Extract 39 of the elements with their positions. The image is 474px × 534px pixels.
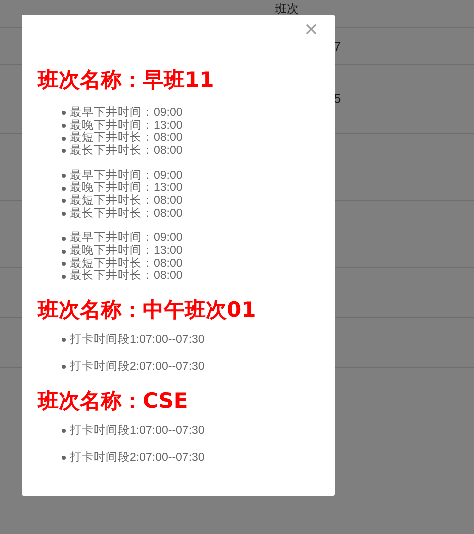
list-item: 打卡时间段2:07:00--07:30 bbox=[70, 452, 205, 465]
list-item: 最晚下井时间：13:00 bbox=[70, 245, 183, 258]
bullet-icon bbox=[62, 124, 66, 128]
bullet-icon bbox=[62, 199, 66, 204]
bullet-icon bbox=[62, 456, 66, 460]
section-title: 班次名称：早班11 bbox=[38, 67, 216, 94]
bullet-icon bbox=[62, 111, 66, 116]
list-item: 最长下井时长：08:00 bbox=[70, 208, 183, 221]
bullet-icon bbox=[62, 262, 66, 266]
section-title: 班次名称：中午班次01 bbox=[38, 297, 258, 324]
bullet-icon bbox=[62, 174, 66, 178]
bullet-icon bbox=[62, 365, 66, 370]
bullet-icon bbox=[62, 136, 66, 141]
bullet-icon bbox=[62, 149, 66, 154]
list-item: 最晚下井时间：13:00 bbox=[70, 120, 183, 132]
section-title: 班次名称：CSE bbox=[38, 388, 190, 416]
list-item: 最短下井时长：08:00 bbox=[70, 132, 183, 144]
bullet-icon bbox=[62, 429, 66, 434]
bullet-icon bbox=[62, 212, 66, 216]
list-item: 最早下井时间：09:00 bbox=[70, 106, 183, 120]
list-item: 最晚下井时间：13:00 bbox=[70, 182, 183, 194]
table-cell: 5 bbox=[334, 91, 342, 106]
list-item: 打卡时间段2:07:00--07:30 bbox=[70, 360, 205, 374]
list-item: 最短下井时长：08:00 bbox=[70, 258, 183, 270]
list-item: 最早下井时间：09:00 bbox=[70, 232, 183, 244]
column-header: 班次 bbox=[275, 2, 299, 16]
list-item: 打卡时间段1:07:00--07:30 bbox=[70, 334, 205, 347]
list-item: 最早下井时间：09:00 bbox=[70, 170, 183, 182]
list-item: 打卡时间段1:07:00--07:30 bbox=[70, 424, 205, 438]
bullet-icon bbox=[62, 250, 66, 254]
table-cell: 7 bbox=[334, 38, 342, 54]
close-button[interactable]: × bbox=[302, 21, 321, 39]
list-item: 最长下井时长：08:00 bbox=[70, 270, 183, 284]
list-item: 最短下井时长：08:00 bbox=[70, 194, 183, 208]
bullet-icon bbox=[62, 338, 66, 342]
list-item: 最长下井时长：08:00 bbox=[70, 144, 183, 158]
bullet-icon bbox=[62, 274, 66, 279]
bullet-icon bbox=[62, 186, 66, 191]
bullet-icon bbox=[62, 236, 66, 241]
